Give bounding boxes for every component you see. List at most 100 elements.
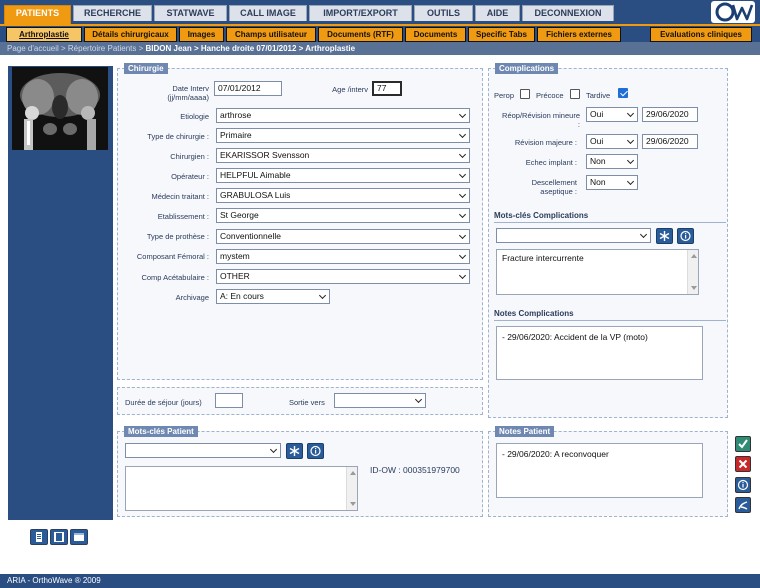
- info-patient-button[interactable]: [307, 443, 324, 459]
- tab-documents[interactable]: Documents: [405, 27, 466, 42]
- footer: ARIA - OrthoWave ® 2009: [0, 574, 760, 588]
- pdf-export-button[interactable]: [735, 497, 751, 513]
- duree-sejour-label: Durée de séjour (jours): [125, 398, 202, 407]
- film-icon: [54, 532, 64, 542]
- tab-arthroplastie[interactable]: Arthroplastie: [6, 27, 82, 42]
- asterisk-icon: [659, 231, 670, 241]
- tab-fichiers-externes[interactable]: Fichiers externes: [537, 27, 621, 42]
- tab-aide[interactable]: AIDE: [475, 5, 520, 21]
- tab-deconnexion[interactable]: DECONNEXION: [522, 5, 614, 21]
- type-prothese-select[interactable]: Conventionnelle: [216, 229, 470, 244]
- tab-champs-utilisateur[interactable]: Champs utilisateur: [226, 27, 316, 42]
- validate-button[interactable]: [735, 436, 751, 452]
- breadcrumb-current: BIDON Jean > Hanche droite 07/01/2012 > …: [145, 44, 356, 53]
- etiologie-select[interactable]: arthrose: [216, 108, 470, 123]
- notes-complications-title: Notes Complications: [494, 309, 574, 318]
- xray-thumbnail[interactable]: [12, 67, 108, 150]
- add-keyword-complication-button[interactable]: [656, 228, 673, 244]
- descellement-select[interactable]: Non: [586, 175, 638, 190]
- date-interv-label: Date Interv (jj/mm/aaaa): [167, 84, 209, 102]
- descellement-label: Descellement aseptique :: [531, 178, 577, 196]
- type-chirurgie-label: Type de chirurgie :: [147, 132, 209, 141]
- mots-cles-complications-title: Mots-clés Complications: [494, 211, 589, 220]
- revision-majeure-select[interactable]: Oui: [586, 134, 638, 149]
- etablissement-label: Etablissement :: [157, 212, 209, 221]
- mots-cles-patient-list[interactable]: [125, 466, 358, 511]
- mots-cles-patient-legend: Mots-clés Patient: [124, 426, 198, 437]
- film-button[interactable]: [50, 529, 68, 545]
- mots-cles-complications-scrollbar[interactable]: [687, 250, 698, 294]
- operateur-label: Opérateur :: [171, 172, 209, 181]
- tab-documents-rtf[interactable]: Documents (RTF): [318, 27, 403, 42]
- etablissement-select[interactable]: St George: [216, 208, 470, 223]
- cancel-button[interactable]: [735, 456, 751, 472]
- asterisk-icon: [289, 446, 300, 456]
- tab-recherche[interactable]: RECHERCHE: [73, 5, 152, 21]
- precoce-label: Précoce: [536, 91, 564, 100]
- add-keyword-patient-button[interactable]: [286, 443, 303, 459]
- info-icon: [310, 445, 321, 457]
- reop-date-input[interactable]: 29/06/2020: [642, 107, 698, 122]
- date-interv-input[interactable]: 07/01/2012: [214, 81, 282, 96]
- sub-navigation: Arthroplastie Détails chirurgicaux Image…: [0, 24, 760, 42]
- notes-divider: [494, 320, 726, 321]
- precoce-checkbox[interactable]: [570, 89, 580, 99]
- sortie-vers-label: Sortie vers: [289, 398, 325, 407]
- duree-sejour-input[interactable]: [215, 393, 243, 408]
- notes-patient-textarea[interactable]: - 29/06/2020: A reconvoquer: [496, 443, 703, 498]
- notes-complications-textarea[interactable]: - 29/06/2020: Accident de la VP (moto): [496, 326, 703, 380]
- operateur-select[interactable]: HELPFUL Aimable: [216, 168, 470, 183]
- comp-acetabulaire-select[interactable]: OTHER: [216, 269, 470, 284]
- tab-evaluations-cliniques[interactable]: Evaluations cliniques: [650, 27, 752, 42]
- reop-select[interactable]: Oui: [586, 107, 638, 122]
- tab-details-chirurgicaux[interactable]: Détails chirurgicaux: [84, 27, 177, 42]
- tab-specific-tabs[interactable]: Specific Tabs: [468, 27, 535, 42]
- mots-cles-patient-select[interactable]: [125, 443, 281, 458]
- orthowave-logo: [711, 1, 755, 23]
- mots-cles-divider: [494, 222, 726, 223]
- id-ow-label: ID-OW : 000351979700: [370, 465, 460, 475]
- archivage-label: Archivage: [175, 293, 209, 302]
- medecin-traitant-select[interactable]: GRABULOSA Luis: [216, 188, 470, 203]
- pdf-icon: [738, 501, 748, 510]
- medecin-traitant-label: Médecin traitant :: [151, 192, 209, 201]
- tab-outils[interactable]: OUTILS: [414, 5, 473, 21]
- document-button[interactable]: [30, 529, 48, 545]
- window-icon: [74, 533, 84, 541]
- help-button[interactable]: [735, 477, 751, 493]
- tab-patients[interactable]: PATIENTS: [4, 5, 71, 24]
- breadcrumb: Page d'accueil > Répertoire Patients > B…: [0, 42, 760, 55]
- breadcrumb-trail[interactable]: Page d'accueil > Répertoire Patients >: [7, 44, 146, 53]
- info-complication-button[interactable]: [677, 228, 694, 244]
- age-interv-input[interactable]: 77: [372, 81, 402, 96]
- main-navigation: PATIENTS RECHERCHE STATWAVE CALL IMAGE I…: [0, 0, 760, 24]
- tardive-label: Tardive: [586, 91, 611, 100]
- complications-legend: Complications: [495, 63, 559, 74]
- document-icon: [36, 532, 42, 542]
- tab-statwave[interactable]: STATWAVE: [154, 5, 227, 21]
- composant-femoral-label: Composant Fémoral :: [136, 252, 209, 261]
- type-chirurgie-select[interactable]: Primaire: [216, 128, 470, 143]
- notes-patient-legend: Notes Patient: [495, 426, 555, 437]
- mots-cles-complications-list[interactable]: Fracture intercurrente: [496, 249, 699, 295]
- echec-implant-label: Echec implant :: [525, 158, 577, 167]
- perop-checkbox[interactable]: [520, 89, 530, 99]
- tab-import-export[interactable]: IMPORT/EXPORT: [309, 5, 412, 21]
- composant-femoral-select[interactable]: mystem: [216, 249, 470, 264]
- checkmark-icon: [738, 439, 748, 449]
- sortie-vers-select[interactable]: [334, 393, 426, 408]
- window-button[interactable]: [70, 529, 88, 545]
- mots-cles-complications-select[interactable]: [496, 228, 651, 243]
- perop-label: Perop: [494, 91, 515, 100]
- archivage-select[interactable]: A: En cours: [216, 289, 330, 304]
- tardive-checkbox[interactable]: [618, 88, 628, 98]
- tab-images[interactable]: Images: [179, 27, 224, 42]
- chirurgien-select[interactable]: EKARISSOR Svensson: [216, 148, 470, 163]
- chirurgien-label: Chirurgien :: [170, 152, 209, 161]
- revision-date-input[interactable]: 29/06/2020: [642, 134, 698, 149]
- info-icon: [680, 230, 691, 242]
- type-prothese-label: Type de prothèse :: [146, 232, 209, 241]
- mots-cles-patient-scrollbar[interactable]: [346, 467, 357, 510]
- echec-implant-select[interactable]: Non: [586, 154, 638, 169]
- tab-call-image[interactable]: CALL IMAGE: [229, 5, 307, 21]
